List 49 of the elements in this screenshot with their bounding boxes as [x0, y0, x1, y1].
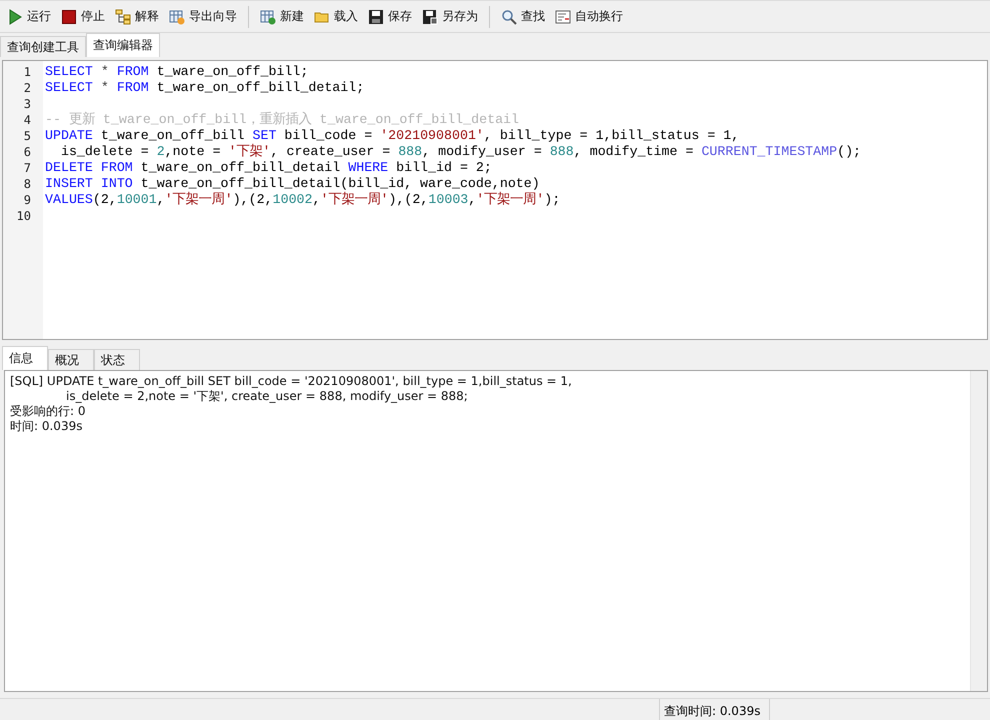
message-line: is_delete = 2,note = '下架', create_user = 888, modify_user = 888;: [65, 389, 469, 404]
toolbar-button[interactable]: 另存为: [419, 6, 481, 27]
line-number: 1: [22, 64, 32, 80]
result-tab[interactable]: 状态: [94, 349, 140, 370]
save-as-icon: [422, 8, 438, 24]
line-number: 9: [22, 192, 32, 208]
editor-tab[interactable]: 查询编辑器: [86, 33, 160, 57]
result-tab[interactable]: 信息: [2, 346, 48, 370]
toolbar-button[interactable]: 停止: [58, 6, 108, 27]
code-line: is_delete = 2,note = '下架', create_user = 888, modify_user = 888, modify_time = CURRENT_TIMESTAMP();: [60, 144, 862, 160]
line-number: 7: [22, 160, 32, 176]
toolbar-button[interactable]: 查找: [498, 6, 548, 27]
line-number: 4: [22, 112, 32, 128]
code-line: SELECT * FROM t_ware_on_off_bill_detail;: [45, 80, 366, 96]
toolbar-button[interactable]: 运行: [4, 6, 54, 27]
message-line: 时间: 0.039s: [10, 419, 84, 434]
toolbar-button[interactable]: 解释: [112, 6, 162, 27]
code-line: UPDATE t_ware_on_off_bill SET bill_code = '20210908001', bill_type = 1,bill_status = 1,: [45, 128, 740, 144]
toolbar-button[interactable]: 保存: [365, 6, 415, 27]
code-editor[interactable]: [2, 60, 988, 340]
code-line: -- 更新 t_ware_on_off_bill，重新插入 t_ware_on_off_bill_detail: [45, 112, 520, 128]
query-time: 查询时间: 0.039s: [660, 699, 770, 720]
line-number: 10: [16, 208, 32, 224]
line-number: 5: [22, 128, 32, 144]
tree-icon: [115, 8, 131, 24]
save-icon: [368, 8, 384, 24]
line-number: 8: [22, 176, 32, 192]
toolbar-button[interactable]: 导出向导: [166, 6, 240, 27]
message-line: 受影响的行: 0: [10, 404, 86, 419]
message-line: [SQL] UPDATE t_ware_on_off_bill SET bill_code = '20210908001', bill_type = 1,bill_status = 1,: [10, 374, 573, 389]
search-icon: [501, 8, 517, 24]
toolbar-button[interactable]: 自动换行: [552, 6, 626, 27]
code-line: DELETE FROM t_ware_on_off_bill_detail WHERE bill_id = 2;: [45, 160, 493, 176]
code-line: INSERT INTO t_ware_on_off_bill_detail(bill_id, ware_code,note): [45, 176, 541, 192]
line-number: 3: [22, 96, 32, 112]
play-icon: [7, 8, 23, 24]
code-line: VALUES(2,10001,'下架一周'),(2,10002,'下架一周'),(2,10003,'下架一周');: [45, 192, 562, 208]
result-tab[interactable]: 概况: [48, 349, 94, 370]
line-number: 2: [22, 80, 32, 96]
editor-tab[interactable]: 查询创建工具: [0, 36, 86, 57]
line-number: 6: [22, 144, 32, 160]
stop-icon: [61, 8, 77, 24]
code-line: SELECT * FROM t_ware_on_off_bill;: [45, 64, 310, 80]
toolbar-button[interactable]: 新建: [257, 6, 307, 27]
toolbar-button[interactable]: 载入: [311, 6, 361, 27]
text-wrap-icon: [555, 8, 571, 24]
table-add-icon: [260, 8, 276, 24]
scrollbar[interactable]: [970, 371, 987, 691]
table-export-icon: [169, 8, 185, 24]
